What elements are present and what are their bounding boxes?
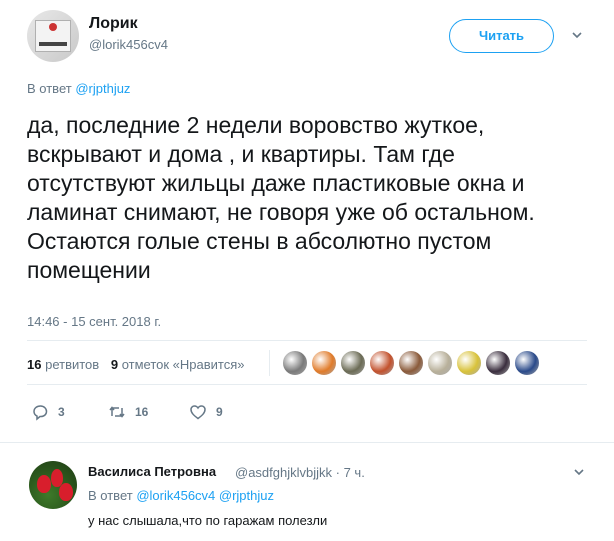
main-tweet: Лорик @lorik456cv4 Читать В ответ @rjpth…	[0, 0, 614, 443]
author-avatar[interactable]	[27, 10, 79, 62]
reply-context: В ответ @rjpthjuz	[27, 81, 130, 96]
dot-separator: ·	[335, 465, 344, 480]
avatar-colorful[interactable]	[311, 350, 337, 376]
like-stat-count: 9	[110, 357, 119, 372]
like-count: 9	[216, 405, 223, 419]
avatar-blue[interactable]	[514, 350, 540, 376]
retweet-stat-count: 16	[27, 357, 42, 372]
avatar-dark[interactable]	[485, 350, 511, 376]
reply-prefix: В ответ	[88, 488, 133, 503]
reply-to-link[interactable]: @rjpthjuz	[75, 81, 130, 96]
retweet-stat-label: ретвитов	[45, 357, 100, 372]
retweet-action[interactable]: 16	[108, 402, 148, 422]
retweet-stat[interactable]: 16 ретвитов	[27, 357, 103, 372]
reply-author-handle[interactable]: @asdfghjklvbjjkk	[235, 465, 332, 480]
like-stat[interactable]: 9 отметок «Нравится»	[111, 357, 245, 372]
retweet-count: 16	[135, 405, 149, 419]
avatar-photo[interactable]	[398, 350, 424, 376]
author-handle[interactable]: @lorik456cv4	[89, 37, 168, 52]
avatar-orange[interactable]	[369, 350, 395, 376]
divider	[27, 340, 587, 341]
avatar-yellow[interactable]	[456, 350, 482, 376]
reply-count: 3	[58, 405, 65, 419]
like-stat-label: отметок «Нравится»	[121, 357, 245, 372]
tweet-text: да, последние 2 недели воровство жуткое,…	[27, 112, 535, 283]
tweet-stats: 16 ретвитов 9 отметок «Нравится»	[27, 357, 244, 372]
author-name[interactable]: Лорик	[89, 15, 138, 33]
reply-tweet[interactable]: Василиса Петровна @asdfghjklvbjjkk · 7 ч…	[0, 443, 614, 541]
like-action[interactable]: 9	[189, 402, 223, 422]
reply-author-name[interactable]: Василиса Петровна	[88, 464, 216, 479]
reply-meta: @asdfghjklvbjjkk · 7 ч.	[235, 465, 365, 480]
reply-text: у нас слышала,что по гаражам полезли	[88, 513, 328, 528]
retweet-icon	[109, 406, 125, 418]
stat-separator	[269, 350, 270, 376]
avatar-map[interactable]	[427, 350, 453, 376]
divider	[27, 384, 587, 385]
reply-prefix: В ответ	[27, 81, 72, 96]
reply-action[interactable]: 3	[31, 402, 65, 422]
chevron-down-icon[interactable]	[570, 28, 584, 42]
reply-timestamp[interactable]: 7 ч.	[344, 465, 365, 480]
avatar-geometric[interactable]	[282, 350, 308, 376]
reply-to-links[interactable]: @lorik456cv4 @rjpthjuz	[136, 488, 274, 503]
reply-author-avatar[interactable]	[29, 461, 77, 509]
heart-icon	[190, 405, 206, 420]
follow-button[interactable]: Читать	[449, 19, 554, 53]
avatar-cat[interactable]	[340, 350, 366, 376]
reply-context: В ответ @lorik456cv4 @rjpthjuz	[88, 488, 274, 503]
tweet-timestamp[interactable]: 14:46 - 15 сент. 2018 г.	[27, 314, 161, 329]
chevron-down-icon[interactable]	[572, 465, 586, 479]
reply-icon	[33, 405, 48, 421]
